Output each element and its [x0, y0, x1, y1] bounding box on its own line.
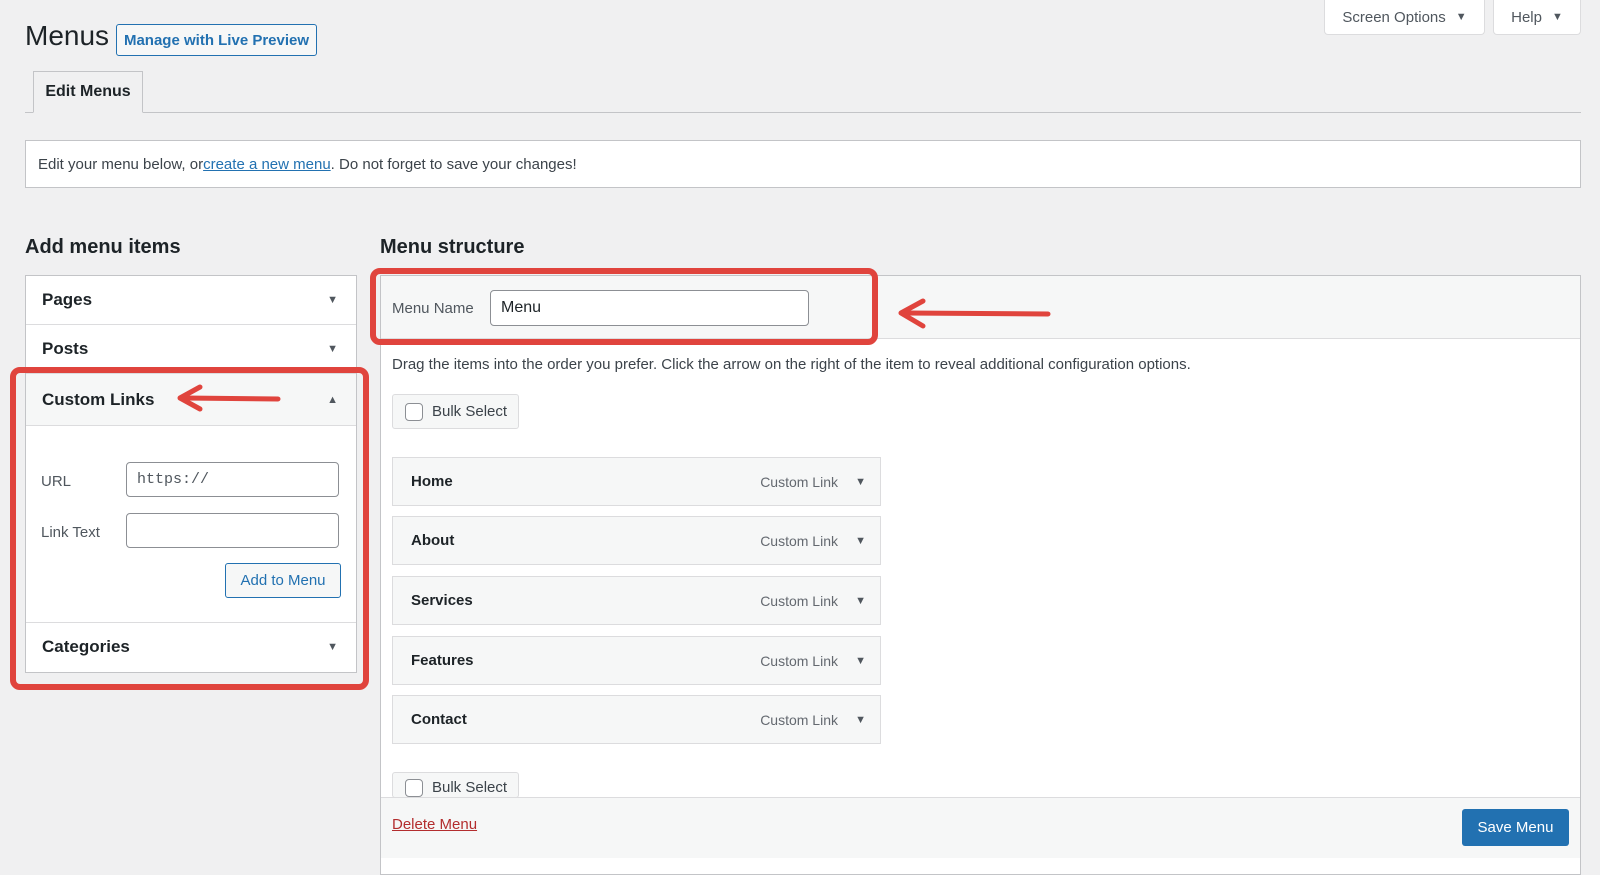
menu-item-type: Custom Link	[760, 592, 838, 609]
add-menu-items-heading: Add menu items	[25, 236, 181, 258]
menu-footer	[381, 797, 1580, 858]
accordion-posts-label: Posts	[42, 339, 89, 358]
menu-structure-heading: Menu structure	[380, 236, 525, 258]
help-button[interactable]: Help ▼	[1493, 0, 1581, 35]
bulk-select-checkbox[interactable]	[405, 402, 423, 421]
triangle-down-icon: ▼	[327, 343, 338, 355]
bulk-select-label: Bulk Select	[432, 779, 508, 796]
accordion-pages[interactable]: Pages ▼	[26, 276, 356, 325]
arrow-annotation-icon	[898, 298, 1051, 329]
menu-item[interactable]: Features Custom Link ▼	[392, 636, 881, 685]
menu-item-title: Home	[411, 473, 453, 490]
accordion-pages-label: Pages	[42, 290, 93, 309]
highlight-custom-links	[10, 367, 369, 690]
menu-item[interactable]: About Custom Link ▼	[392, 516, 881, 565]
screen-options-button[interactable]: Screen Options ▼	[1324, 0, 1485, 35]
bulk-select-bottom[interactable]: Bulk Select	[392, 772, 519, 798]
triangle-down-icon: ▼	[327, 294, 338, 306]
triangle-down-icon: ▼	[1551, 11, 1563, 23]
notice-box: Edit your menu below, or create a new me…	[25, 140, 1581, 188]
help-label: Help	[1511, 8, 1542, 26]
triangle-down-icon[interactable]: ▼	[855, 476, 866, 488]
notice-suffix: . Do not forget to save your changes!	[330, 155, 577, 173]
bulk-select-checkbox[interactable]	[405, 779, 423, 797]
menu-item-type: Custom Link	[760, 711, 838, 728]
triangle-down-icon: ▼	[1455, 11, 1467, 23]
menu-item-title: Features	[411, 652, 474, 669]
menu-item-title: About	[411, 532, 455, 549]
page-title: Menus	[25, 20, 110, 51]
triangle-down-icon[interactable]: ▼	[855, 655, 866, 667]
notice-prefix: Edit your menu below, or	[38, 155, 204, 173]
highlight-menu-name	[370, 268, 878, 345]
menu-item-type: Custom Link	[760, 473, 838, 490]
menu-instructions: Drag the items into the order you prefer…	[392, 356, 1191, 373]
menu-item-title: Services	[411, 592, 473, 609]
tab-divider	[25, 112, 1581, 113]
tab-edit-menus[interactable]: Edit Menus	[33, 71, 143, 113]
menu-item-type: Custom Link	[760, 652, 838, 669]
menu-item[interactable]: Home Custom Link ▼	[392, 457, 881, 506]
arrow-annotation-icon	[177, 384, 281, 412]
screen-options-label: Screen Options	[1342, 8, 1446, 26]
save-menu-button[interactable]: Save Menu	[1462, 809, 1569, 846]
menu-item-type: Custom Link	[760, 532, 838, 549]
triangle-down-icon[interactable]: ▼	[855, 714, 866, 726]
menu-item[interactable]: Contact Custom Link ▼	[392, 695, 881, 744]
triangle-down-icon[interactable]: ▼	[855, 595, 866, 607]
delete-menu-link[interactable]: Delete Menu	[392, 816, 477, 833]
create-menu-link[interactable]: create a new menu	[203, 156, 331, 173]
live-preview-button[interactable]: Manage with Live Preview	[116, 24, 317, 56]
triangle-down-icon[interactable]: ▼	[855, 535, 866, 547]
menu-item[interactable]: Services Custom Link ▼	[392, 576, 881, 625]
bulk-select-label: Bulk Select	[432, 403, 508, 420]
menu-item-title: Contact	[411, 711, 467, 728]
bulk-select-top[interactable]: Bulk Select	[392, 394, 519, 429]
